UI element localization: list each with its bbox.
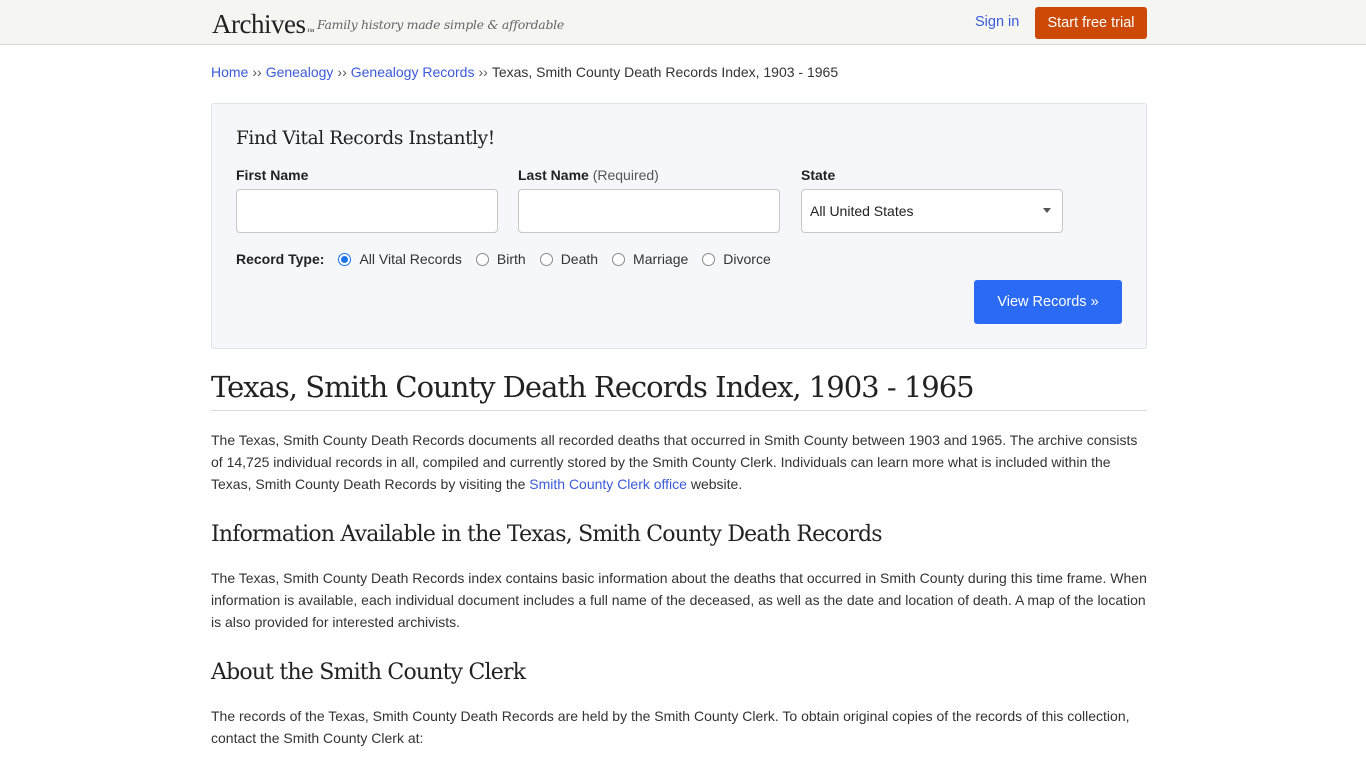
logo-text: Archives — [212, 9, 306, 39]
radio-marriage[interactable]: Marriage — [612, 251, 688, 267]
section-heading-information-available: Information Available in the Texas, Smit… — [211, 522, 883, 547]
radio-button[interactable] — [539, 252, 553, 266]
radio-button[interactable] — [612, 252, 626, 266]
radio-button-checked[interactable] — [338, 252, 352, 266]
breadcrumb-genealogy[interactable]: Genealogy — [266, 64, 334, 80]
last-name-input[interactable] — [518, 189, 780, 233]
section-heading-about-clerk: About the Smith County Clerk — [211, 660, 526, 685]
view-records-button[interactable]: View Records » — [974, 280, 1122, 324]
information-paragraph: The Texas, Smith County Death Records in… — [211, 570, 1147, 630]
radio-label: Death — [560, 251, 599, 267]
tagline: Family history made simple & affordable — [317, 17, 564, 32]
first-name-label: First Name — [236, 167, 309, 183]
state-select[interactable]: All United States — [801, 189, 1063, 233]
first-name-input[interactable] — [236, 189, 498, 233]
radio-all-vital-records[interactable]: All Vital Records — [338, 251, 462, 267]
radio-label: All Vital Records — [359, 251, 462, 267]
radio-divorce[interactable]: Divorce — [702, 251, 771, 267]
smith-county-clerk-office-link[interactable]: Smith County Clerk office — [529, 476, 687, 492]
required-indicator: (Required) — [592, 167, 659, 183]
about-clerk-paragraph: The records of the Texas, Smith County D… — [211, 708, 1130, 746]
breadcrumb-separator: ›› — [478, 64, 488, 80]
state-label: State — [801, 167, 836, 183]
breadcrumb-home[interactable]: Home — [211, 64, 248, 80]
sign-in-link[interactable]: Sign in — [975, 14, 1019, 30]
radio-button[interactable] — [475, 252, 489, 266]
radio-label: Birth — [496, 251, 526, 267]
start-free-trial-button[interactable]: Start free trial — [1035, 7, 1147, 39]
breadcrumb-genealogy-records[interactable]: Genealogy Records — [351, 64, 475, 80]
last-name-label: Last Name (Required) — [518, 167, 659, 183]
intro-paragraph: The Texas, Smith County Death Records do… — [211, 429, 1147, 495]
breadcrumb: Home ›› Genealogy ›› Genealogy Records ›› Texa… — [211, 64, 838, 80]
archives-logo[interactable]: Archives™ — [212, 9, 314, 39]
radio-button[interactable] — [702, 252, 716, 266]
state-selected-value: All United States — [810, 203, 914, 219]
breadcrumb-separator: ›› — [252, 64, 262, 80]
search-panel-title: Find Vital Records Instantly! — [236, 128, 495, 149]
radio-label: Divorce — [723, 251, 771, 267]
page-title: Texas, Smith County Death Records Index,… — [211, 370, 1147, 411]
record-type-label: Record Type: — [236, 251, 325, 267]
radio-birth[interactable]: Birth — [475, 251, 526, 267]
breadcrumb-current: Texas, Smith County Death Records Index,… — [491, 64, 839, 80]
vital-records-search-panel: Find Vital Records Instantly! First Name… — [211, 103, 1147, 349]
chevron-down-icon — [1043, 208, 1051, 213]
radio-label: Marriage — [633, 251, 689, 267]
last-name-label-text: Last Name — [518, 167, 589, 183]
intro-text-end: website. — [686, 476, 743, 492]
radio-death[interactable]: Death — [539, 251, 599, 267]
trademark-mark: ™ — [306, 27, 314, 36]
top-navigation-bar: Archives™ Family history made simple & a… — [0, 0, 1366, 45]
record-type-group: Record Type: All Vital Records Birth Dea… — [236, 250, 785, 268]
breadcrumb-separator: ›› — [337, 64, 347, 80]
